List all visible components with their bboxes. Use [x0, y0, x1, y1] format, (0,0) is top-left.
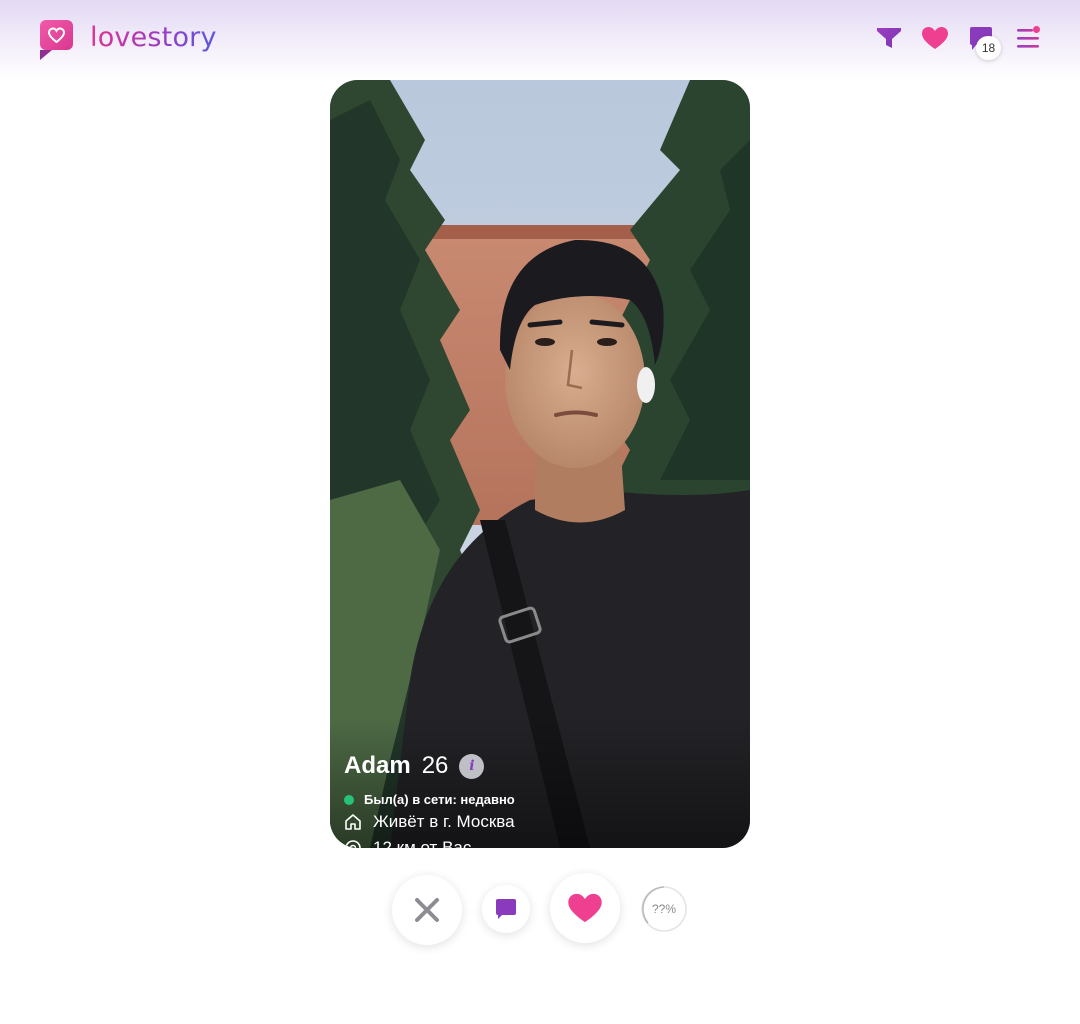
logo[interactable]: lovestory — [40, 20, 217, 60]
close-icon — [415, 898, 439, 922]
info-icon[interactable]: i — [459, 753, 485, 779]
location-icon — [345, 840, 361, 848]
header-nav: 18 — [858, 22, 1042, 60]
match-percent-text: ??% — [651, 902, 677, 916]
like-button[interactable] — [550, 873, 620, 943]
profile-header: Adam 26 i — [344, 752, 485, 780]
profile-name: Adam — [344, 752, 411, 779]
chat-icon — [496, 899, 516, 919]
distance-row: 12 км от Вас — [344, 838, 471, 848]
profile-age: 26 — [421, 752, 449, 779]
city-row: Живёт в г. Москва — [344, 812, 515, 832]
dislike-button[interactable] — [392, 875, 462, 945]
filter-button[interactable] — [874, 22, 904, 54]
logo-icon — [40, 20, 74, 60]
menu-notification-dot — [1033, 26, 1040, 33]
online-status-text: Был(а) в сети: недавно — [364, 792, 515, 807]
heart-icon — [568, 893, 602, 923]
messages-button[interactable]: 18 — [966, 22, 1001, 60]
menu-button[interactable] — [1012, 22, 1042, 54]
online-status: Был(а) в сети: недавно — [344, 792, 515, 807]
messages-count-badge: 18 — [976, 36, 1001, 60]
action-bar: ??% — [0, 870, 1080, 950]
distance-text: 12 км от Вас — [373, 838, 472, 848]
likes-button[interactable] — [920, 22, 950, 54]
filter-icon — [877, 28, 901, 48]
message-button[interactable] — [482, 885, 530, 933]
top-bar: lovestory 18 — [0, 0, 1080, 80]
home-icon — [345, 814, 361, 830]
logo-text: lovestory — [90, 22, 217, 53]
profile-card[interactable]: Adam 26 i Был(а) в сети: недавно Живёт в… — [330, 80, 750, 848]
heart-icon — [922, 27, 948, 49]
online-dot-icon — [344, 794, 354, 805]
match-percent-button[interactable]: ??% — [640, 885, 688, 933]
city-text: Живёт в г. Москва — [373, 812, 515, 831]
